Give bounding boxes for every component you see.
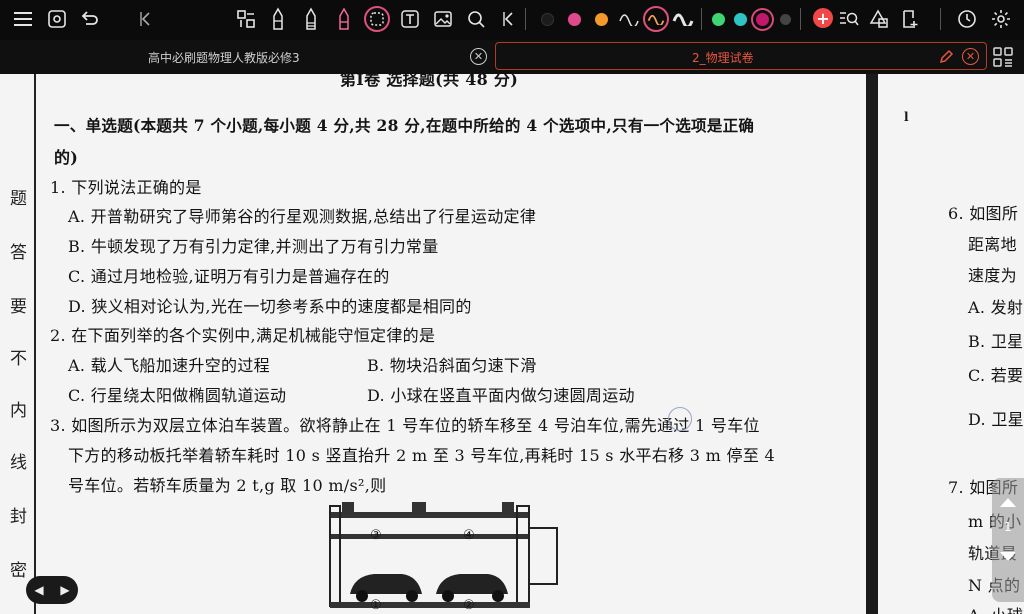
tab-label: 2_物理试卷	[692, 51, 754, 65]
q2-option-c: C. 行星绕太阳做椭圆轨道运动	[68, 386, 287, 405]
q6-option-b: B. 卫星	[968, 332, 1024, 351]
figure-label: ②	[463, 598, 475, 613]
question-2: 2. 在下面列举的各个实例中,满足机械能守恒定律的是	[50, 326, 436, 345]
tab-inactive[interactable]: 高中必刷题物理人教版必修3	[0, 40, 490, 74]
wave-selected-icon[interactable]	[643, 6, 669, 32]
parking-figure	[329, 502, 558, 608]
figure-label: ③	[370, 528, 382, 543]
scroll-down-icon[interactable]	[1000, 552, 1016, 561]
undo-icon[interactable]	[76, 6, 102, 32]
image-icon[interactable]	[430, 6, 456, 32]
color-green[interactable]	[712, 13, 725, 26]
section-title: 一、单选题(本题共 7 个小题,每小题 4 分,共 28 分,在题中所给的 4 …	[54, 116, 755, 135]
question-3-line1: 3. 如图所示为双层立体泊车装置。欲将静止在 1 号车位的轿车移至 4 号泊车位…	[50, 416, 760, 435]
page-margin-line	[34, 74, 36, 614]
pencil-icon[interactable]	[298, 6, 324, 32]
binding-char: 内	[10, 401, 27, 421]
color-gray[interactable]	[780, 14, 791, 25]
q1-option-c: C. 通过月地检验,证明万有引力是普遍存在的	[68, 267, 390, 286]
question-3-line2: 下方的移动板托举着轿车耗时 10 s 竖直抬升 2 m 至 3 号车位,再耗时 …	[68, 446, 775, 465]
question-6-line2: 距离地	[968, 235, 1017, 254]
binding-char: 封	[10, 507, 27, 527]
color-black[interactable]	[541, 13, 554, 26]
separator	[525, 8, 526, 30]
shapes-icon[interactable]	[866, 6, 892, 32]
q6-option-a: A. 发射	[968, 298, 1024, 317]
page-nav-pill[interactable]: ◀ ▶	[26, 576, 78, 604]
question-1: 1. 下列说法正确的是	[50, 178, 202, 197]
figure-label: ④	[463, 528, 475, 543]
binding-char: 要	[10, 297, 27, 317]
q1-option-d: D. 狭义相对论认为,光在一切参考系中的速度都是相同的	[68, 297, 472, 316]
q2-option-a: A. 载人飞船加速升空的过程	[68, 356, 270, 375]
add-page-icon[interactable]	[897, 6, 923, 32]
layout-icon[interactable]	[233, 6, 259, 32]
pen-icon[interactable]	[265, 6, 291, 32]
binding-char: 题	[10, 189, 27, 209]
chevron-right-icon[interactable]: ▶	[60, 583, 69, 597]
section-header: 第Ⅰ卷 选择题(共 48 分)	[340, 74, 519, 89]
clock-icon[interactable]	[954, 6, 980, 32]
grid-view-icon[interactable]	[992, 46, 1014, 68]
mark: l	[904, 110, 909, 124]
pointer-cursor	[668, 407, 692, 431]
add-color-icon[interactable]: +	[813, 8, 833, 28]
edit-icon[interactable]	[938, 49, 954, 65]
separator	[701, 8, 702, 30]
marker-icon[interactable]	[331, 6, 357, 32]
collapse-left-icon[interactable]	[133, 6, 159, 32]
color-pink[interactable]	[568, 13, 581, 26]
page-number: 1	[1004, 520, 1012, 534]
question-6: 6. 如图所	[948, 204, 1019, 223]
section-title-cont: 的)	[54, 148, 79, 167]
scroll-up-icon[interactable]	[1000, 498, 1016, 507]
document-viewer[interactable]: 题 答 要 不 内 线 封 密 第Ⅰ卷 选择题(共 48 分) 一、单选题(本题…	[0, 74, 1024, 614]
color-teal[interactable]	[734, 13, 747, 26]
tab-close-icon[interactable]: ✕	[470, 48, 487, 65]
wave-bold-icon[interactable]	[670, 6, 696, 32]
page-left: 题 答 要 不 内 线 封 密 第Ⅰ卷 选择题(共 48 分) 一、单选题(本题…	[0, 74, 866, 614]
tab-active[interactable]: 2_物理试卷 ✕	[495, 42, 987, 70]
gear-icon[interactable]	[988, 6, 1014, 32]
binding-char: 答	[10, 243, 27, 263]
color-orange[interactable]	[595, 13, 608, 26]
page-scroll-handle[interactable]: 1	[992, 478, 1024, 602]
chevron-left-icon[interactable]: ◀	[34, 583, 43, 597]
q2-option-d: D. 小球在竖直平面内做匀速圆周运动	[367, 386, 635, 405]
q6-option-c: C. 若要	[968, 366, 1024, 385]
binding-char: 密	[10, 561, 27, 581]
q1-option-a: A. 开普勒研究了导师第谷的行星观测数据,总结出了行星运动定律	[68, 207, 537, 226]
menu-icon[interactable]	[10, 6, 36, 32]
q2-option-b: B. 物块沿斜面匀速下滑	[367, 356, 537, 375]
binding-char: 线	[10, 453, 27, 473]
q6-option-d: D. 卫星	[968, 410, 1024, 429]
q1-option-b: B. 牛顿发现了万有引力定律,并测出了万有引力常量	[68, 237, 439, 256]
binding-char: 不	[10, 349, 27, 369]
separator	[940, 8, 941, 30]
figure-label: ①	[370, 598, 382, 613]
page-gap	[866, 74, 878, 614]
tab-close-icon[interactable]: ✕	[962, 48, 979, 65]
text-icon[interactable]	[397, 6, 423, 32]
toolbar: +	[0, 0, 1024, 40]
separator	[800, 8, 801, 30]
question-3-line3: 号车位。若轿车质量为 2 t,g 取 10 m/s²,则	[68, 476, 387, 495]
question-6-line3: 速度为	[968, 266, 1017, 285]
doc-settings-icon[interactable]	[44, 6, 70, 32]
color-magenta-selected[interactable]	[756, 13, 769, 26]
tab-label: 高中必刷题物理人教版必修3	[148, 51, 300, 65]
wave-thin-icon[interactable]	[616, 6, 642, 32]
question-7-line5: A. 小球	[968, 602, 1023, 614]
shape-search-icon[interactable]	[463, 6, 489, 32]
tab-bar: 高中必刷题物理人教版必修3 ✕ 2_物理试卷 ✕	[0, 40, 1024, 74]
zoom-list-icon[interactable]	[836, 6, 862, 32]
collapse-icon[interactable]	[496, 6, 522, 32]
lasso-icon[interactable]	[364, 6, 390, 32]
